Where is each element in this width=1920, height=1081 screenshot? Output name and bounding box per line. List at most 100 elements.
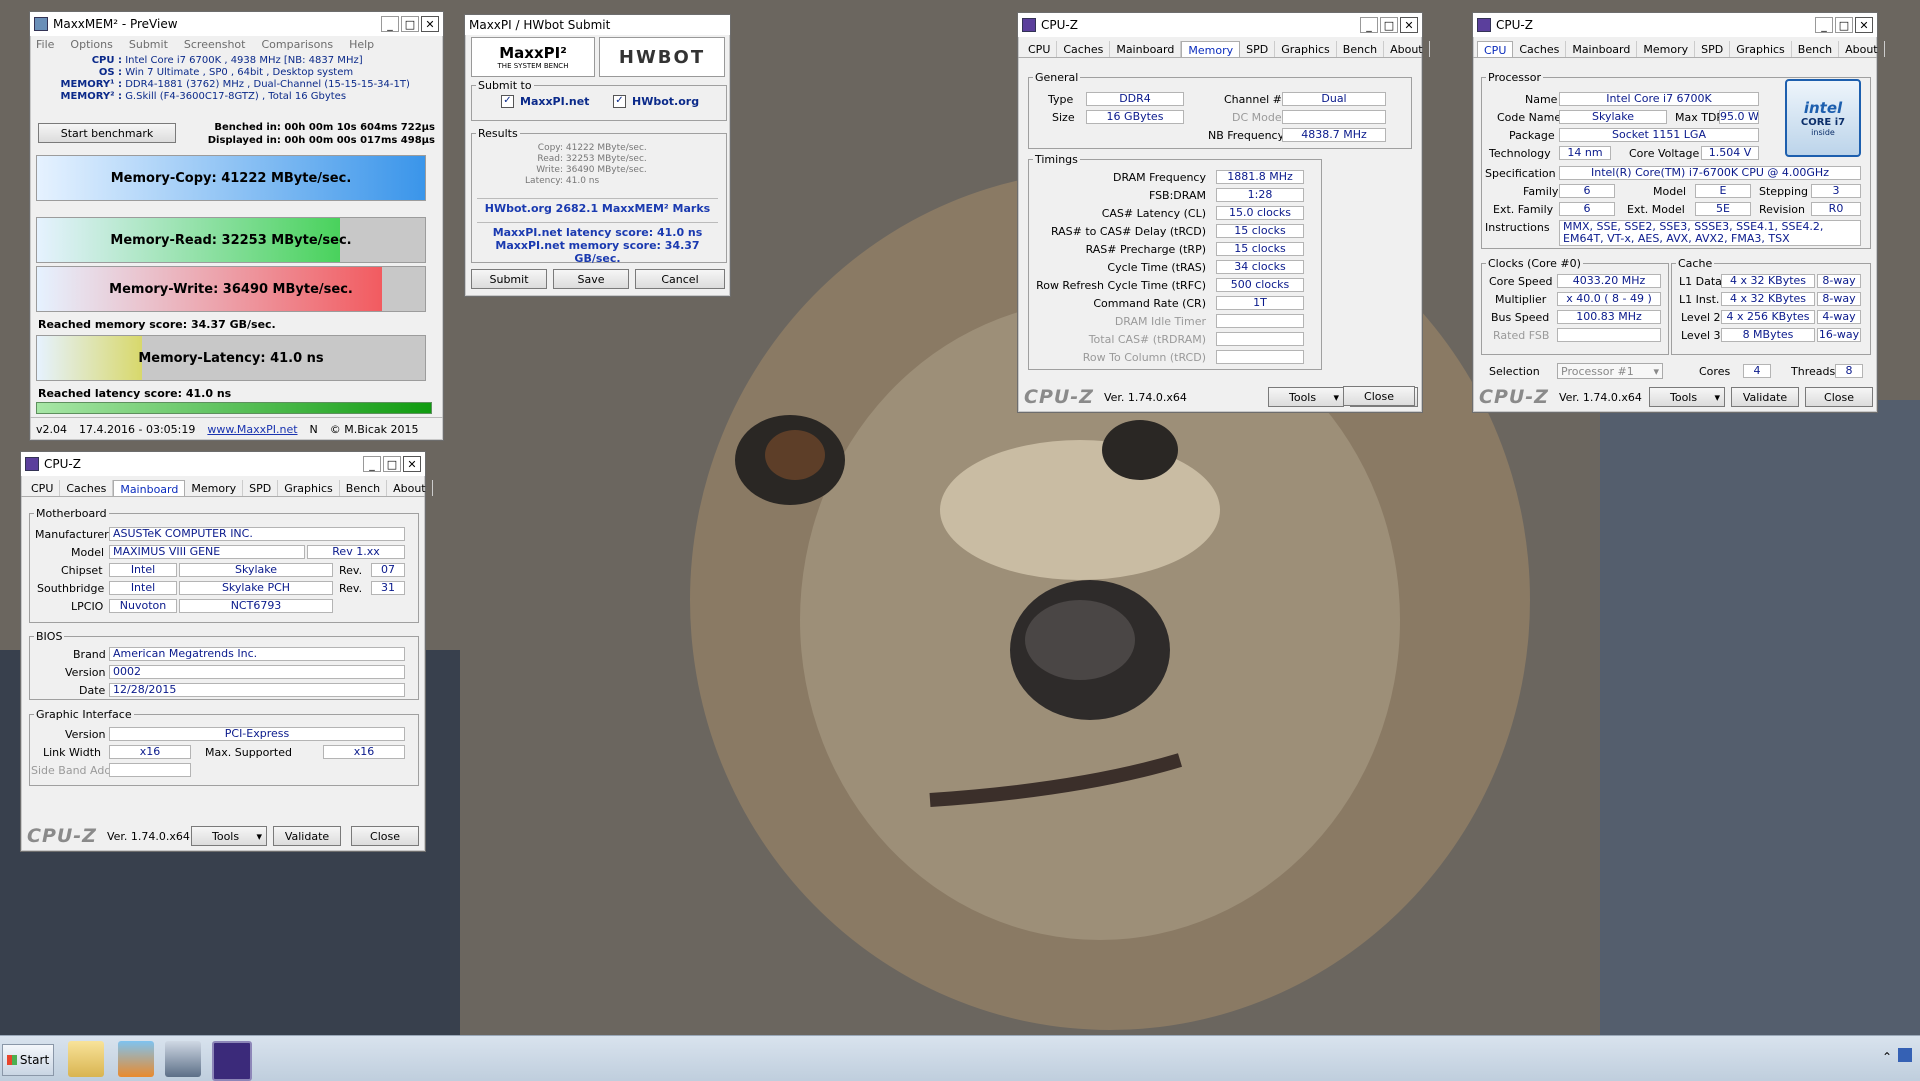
- validate-button[interactable]: Validate: [273, 826, 341, 846]
- close-icon[interactable]: ✕: [421, 16, 439, 32]
- cancel-button[interactable]: Cancel: [635, 269, 725, 289]
- timing-value: 15 clocks: [1216, 242, 1304, 256]
- tab-spd[interactable]: SPD: [1240, 41, 1276, 57]
- group-label: Graphic Interface: [36, 708, 132, 721]
- tools-button[interactable]: Tools ▾: [1268, 387, 1344, 407]
- maximize-button[interactable]: □: [383, 456, 401, 472]
- cpuz-memory-close-button[interactable]: Close: [1343, 386, 1415, 406]
- cpuz-titlebar[interactable]: CPU-Z _ □ ✕: [1473, 13, 1877, 37]
- cpuz-titlebar[interactable]: CPU-Z _ □ ✕: [21, 452, 425, 476]
- processor-select[interactable]: Processor #1 ▾: [1557, 363, 1663, 379]
- menu-screenshot[interactable]: Screenshot: [184, 38, 246, 51]
- tab-bench[interactable]: Bench: [1792, 41, 1840, 57]
- memory-write-bar: Memory-Write: 36490 MByte/sec.: [36, 266, 426, 312]
- media-player-icon[interactable]: [118, 1041, 154, 1077]
- link-width-label: Link Width: [43, 746, 101, 759]
- tab-spd[interactable]: SPD: [243, 480, 279, 496]
- tab-cpu[interactable]: CPU: [1477, 41, 1514, 57]
- max-tdp-value: 95.0 W: [1719, 110, 1759, 124]
- menu-options[interactable]: Options: [70, 38, 112, 51]
- maximize-button[interactable]: □: [1380, 17, 1398, 33]
- core-voltage-value: 1.504 V: [1701, 146, 1759, 160]
- maxxpi-logo: MaxxPI² THE SYSTEM BENCH: [471, 37, 595, 77]
- timing-label: Total CAS# (tRDRAM): [1088, 333, 1206, 346]
- instructions-label: Instructions: [1485, 221, 1550, 234]
- name-value: Intel Core i7 6700K: [1559, 92, 1759, 106]
- checkbox-label: MaxxPI.net: [520, 95, 590, 108]
- minimize-button[interactable]: _: [1815, 17, 1833, 33]
- timing-value: 500 clocks: [1216, 278, 1304, 292]
- start-button[interactable]: Start: [2, 1044, 54, 1076]
- intel-core-i7-badge: intel CORE i7 inside: [1785, 79, 1861, 157]
- maxxpi-checkbox[interactable]: ✓ MaxxPI.net: [501, 95, 589, 108]
- close-button[interactable]: Close: [351, 826, 419, 846]
- info-key: MEMORY¹ :: [60, 79, 123, 90]
- cpuz-taskbar-icon[interactable]: [212, 1041, 252, 1081]
- tab-memory[interactable]: Memory: [1181, 41, 1241, 57]
- validate-button[interactable]: Validate: [1731, 387, 1799, 407]
- bios-date-label: Date: [79, 684, 106, 697]
- tab-memory[interactable]: Memory: [185, 480, 244, 496]
- maxxmem-window: MaxxMEM² - PreView _ □ ✕ File Options Su…: [29, 11, 444, 441]
- show-hidden-icons-icon[interactable]: ⌃: [1882, 1050, 1892, 1064]
- package-label: Package: [1509, 129, 1555, 142]
- tab-caches[interactable]: Caches: [60, 480, 114, 496]
- menu-comparisons[interactable]: Comparisons: [261, 38, 333, 51]
- menu-help[interactable]: Help: [349, 38, 374, 51]
- tab-mainboard[interactable]: Mainboard: [113, 480, 186, 496]
- tab-spd[interactable]: SPD: [1695, 41, 1731, 57]
- close-icon[interactable]: ✕: [1855, 17, 1873, 33]
- level2-label: Level 2: [1681, 311, 1721, 324]
- minimize-button[interactable]: _: [363, 456, 381, 472]
- tab-graphics[interactable]: Graphics: [1730, 41, 1792, 57]
- maximize-button[interactable]: □: [401, 16, 419, 32]
- save-button[interactable]: Save: [553, 269, 629, 289]
- network-tray-icon[interactable]: [1898, 1048, 1912, 1062]
- minimize-button[interactable]: _: [1360, 17, 1378, 33]
- technology-label: Technology: [1489, 147, 1551, 160]
- close-icon[interactable]: ✕: [403, 456, 421, 472]
- tools-button[interactable]: Tools ▾: [191, 826, 267, 846]
- manufacturer-value: ASUSTeK COMPUTER INC.: [109, 527, 405, 541]
- group-label: BIOS: [36, 630, 63, 643]
- maxxmem-taskbar-icon[interactable]: [165, 1041, 201, 1077]
- tab-caches[interactable]: Caches: [1057, 41, 1111, 57]
- tab-about[interactable]: About: [1384, 41, 1430, 57]
- tab-graphics[interactable]: Graphics: [1275, 41, 1337, 57]
- tab-bench[interactable]: Bench: [1337, 41, 1385, 57]
- cpuz-titlebar[interactable]: CPU-Z _ □ ✕: [1018, 13, 1422, 37]
- tab-bench[interactable]: Bench: [340, 480, 388, 496]
- tab-graphics[interactable]: Graphics: [278, 480, 340, 496]
- tab-cpu[interactable]: CPU: [25, 480, 61, 496]
- submit-button[interactable]: Submit: [471, 269, 547, 289]
- bios-date-value: 12/28/2015: [109, 683, 405, 697]
- menu-submit[interactable]: Submit: [129, 38, 168, 51]
- tab-caches[interactable]: Caches: [1513, 41, 1567, 57]
- menu-file[interactable]: File: [36, 38, 54, 51]
- explorer-folder-icon[interactable]: [68, 1041, 104, 1077]
- tab-about[interactable]: About: [1839, 41, 1885, 57]
- close-button[interactable]: Close: [1805, 387, 1873, 407]
- manufacturer-label: Manufacturer: [35, 528, 109, 541]
- stepping-value: 3: [1811, 184, 1861, 198]
- window-title: MaxxMEM² - PreView: [53, 17, 178, 31]
- maxxpi-link[interactable]: www.MaxxPI.net: [207, 423, 297, 436]
- cpuz-app-icon: [1477, 18, 1491, 32]
- start-benchmark-button[interactable]: Start benchmark: [38, 123, 176, 143]
- hwbot-checkbox[interactable]: ✓ HWbot.org: [613, 95, 699, 108]
- tab-memory[interactable]: Memory: [1637, 41, 1696, 57]
- tab-cpu[interactable]: CPU: [1022, 41, 1058, 57]
- core-voltage-label: Core Voltage: [1629, 147, 1700, 160]
- tab-mainboard[interactable]: Mainboard: [1566, 41, 1638, 57]
- code-name-value: Skylake: [1559, 110, 1667, 124]
- minimize-button[interactable]: _: [381, 16, 399, 32]
- close-icon[interactable]: ✕: [1400, 17, 1418, 33]
- maxxmem-titlebar[interactable]: MaxxMEM² - PreView _ □ ✕: [30, 12, 443, 36]
- tab-mainboard[interactable]: Mainboard: [1110, 41, 1182, 57]
- hwbot-titlebar[interactable]: MaxxPI / HWbot Submit: [465, 15, 730, 35]
- maximize-button[interactable]: □: [1835, 17, 1853, 33]
- tab-bar: CPU Caches Mainboard Memory SPD Graphics…: [1018, 37, 1430, 58]
- tools-button[interactable]: Tools ▾: [1649, 387, 1725, 407]
- timing-value: 15.0 clocks: [1216, 206, 1304, 220]
- tab-about[interactable]: About: [387, 480, 433, 496]
